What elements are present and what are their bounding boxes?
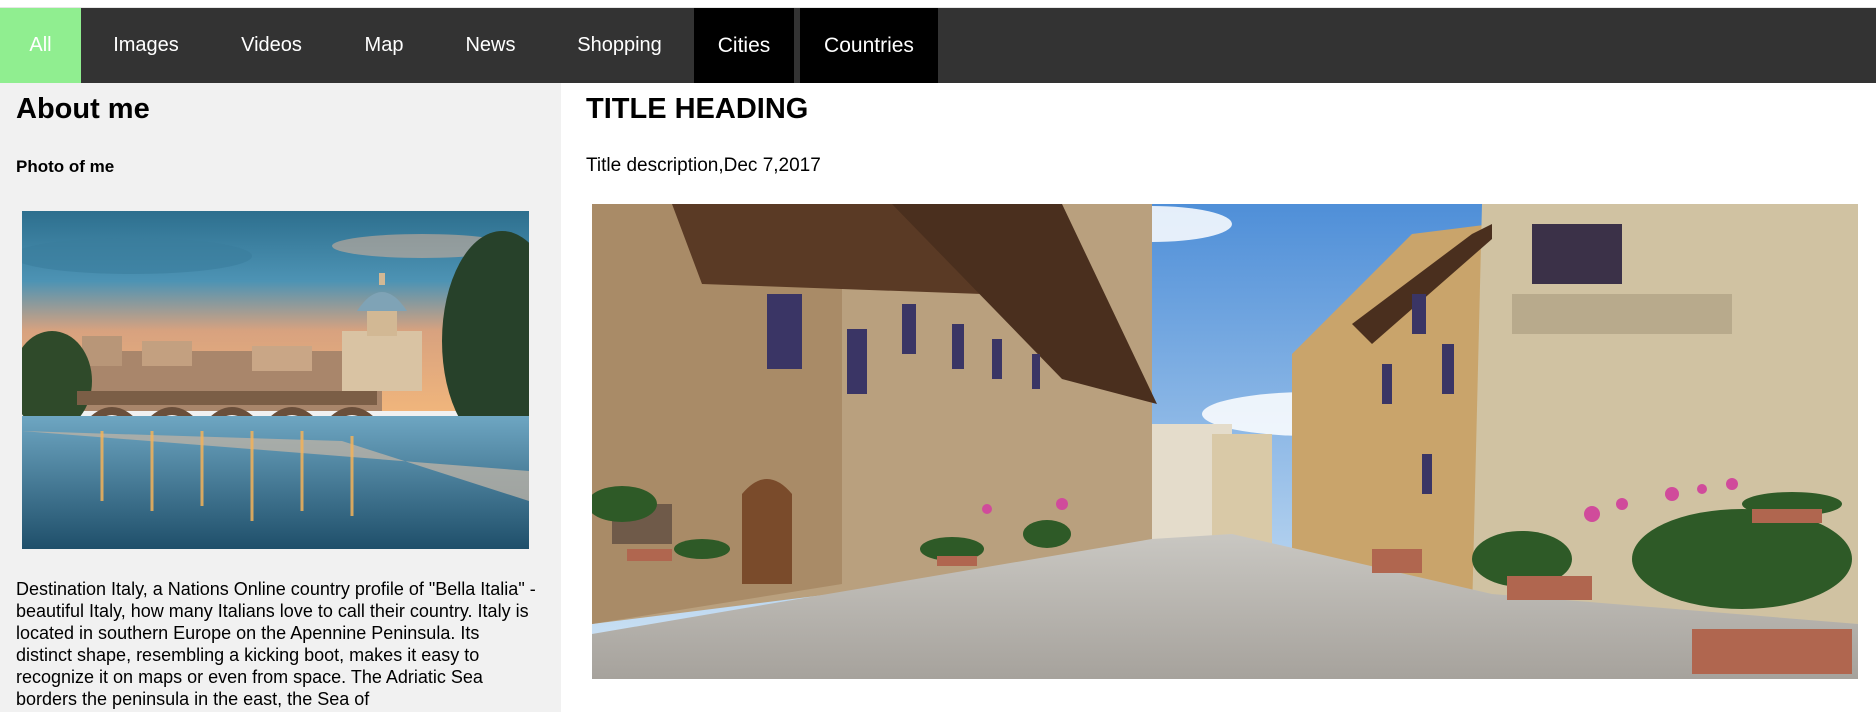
about-sidebar: About me Photo of me Destination Italy, …: [0, 83, 561, 712]
main-content: TITLE HEADING Title description,Dec 7,20…: [561, 83, 1876, 712]
about-heading: About me: [16, 93, 150, 125]
nav-tab-images[interactable]: Images: [81, 8, 211, 83]
title-heading: TITLE HEADING: [586, 93, 809, 125]
street-photo: [592, 204, 1858, 679]
nav-tab-map[interactable]: Map: [332, 8, 436, 83]
nav-tab-all[interactable]: All: [0, 8, 81, 83]
nav-tab-shopping[interactable]: Shopping: [545, 8, 694, 83]
top-border: [0, 0, 1876, 8]
street-photo-illustration: [592, 204, 1858, 679]
about-paragraph: Destination Italy, a Nations Online coun…: [16, 579, 536, 709]
rome-photo: [22, 211, 529, 549]
title-description: Title description,Dec 7,2017: [586, 155, 821, 176]
nav-tab-countries[interactable]: Countries: [800, 8, 938, 83]
nav-tab-videos[interactable]: Videos: [211, 8, 332, 83]
photo-label: Photo of me: [16, 157, 115, 176]
nav-tab-news[interactable]: News: [436, 8, 545, 83]
nav-tab-cities[interactable]: Cities: [694, 8, 794, 83]
rome-photo-illustration: [22, 211, 529, 549]
top-navigation-bar: All Images Videos Map News Shopping Citi…: [0, 8, 1876, 83]
